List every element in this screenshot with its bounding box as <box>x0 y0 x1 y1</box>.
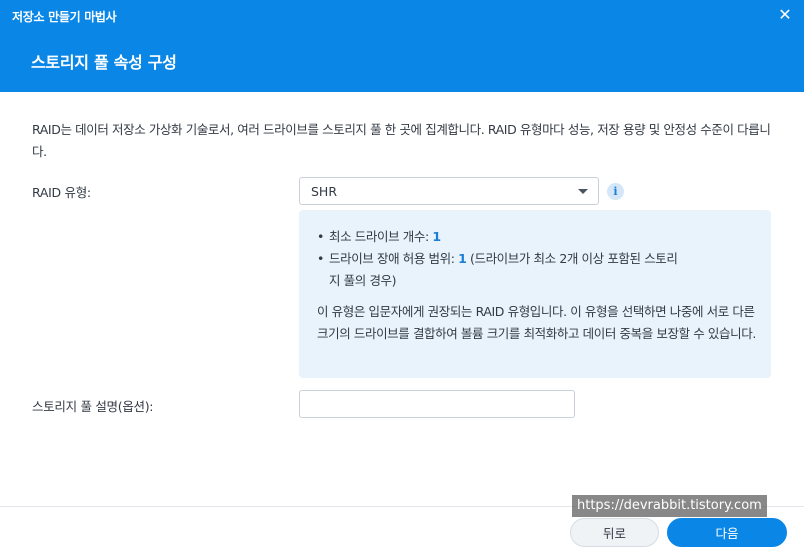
watermark: https://devrabbit.tistory.com <box>572 495 767 517</box>
raid-info-box: • 최소 드라이브 개수: 1 • 드라이브 장애 허용 범위: 1 (드라이브가 … <box>299 210 771 378</box>
back-button[interactable]: 뒤로 <box>570 518 659 547</box>
min-drives-value: 1 <box>432 229 441 244</box>
fault-tolerance-label: 드라이브 장애 허용 범위: <box>329 251 459 266</box>
raid-type-label: RAID 유형: <box>32 185 91 200</box>
fault-tolerance-note: (드라이브가 최소 2개 이상 포함된 스토리 <box>466 251 678 266</box>
close-icon[interactable]: ✕ <box>776 6 794 24</box>
raid-type-select[interactable]: SHR <box>299 177 599 205</box>
step-title: 스토리지 풀 속성 구성 <box>31 53 177 72</box>
fault-tolerance-item: • 드라이브 장애 허용 범위: 1 (드라이브가 최소 2개 이상 포함된 스토… <box>317 248 757 292</box>
raid-info-paragraph: 이 유형은 입문자에게 권장되는 RAID 유형입니다. 이 유형을 선택하면 … <box>317 304 756 341</box>
wizard-header: 저장소 만들기 마법사 ✕ 스토리지 풀 속성 구성 <box>0 0 804 92</box>
window-title: 저장소 만들기 마법사 <box>12 10 117 24</box>
next-button[interactable]: 다음 <box>667 518 787 547</box>
info-icon[interactable]: i <box>607 183 624 200</box>
fault-tolerance-note-cont: 지 풀의 경우) <box>329 273 397 288</box>
pool-description-input[interactable] <box>299 390 575 418</box>
raid-type-value: SHR <box>311 184 338 199</box>
pool-description-label: 스토리지 풀 설명(옵션): <box>32 399 154 414</box>
chevron-down-icon <box>578 189 588 194</box>
min-drives-label: 최소 드라이브 개수: <box>329 229 433 244</box>
raid-description: RAID는 데이터 저장소 가상화 기술로서, 여러 드라이브를 스토리지 풀 … <box>32 122 771 159</box>
min-drives-item: • 최소 드라이브 개수: 1 <box>317 229 441 244</box>
